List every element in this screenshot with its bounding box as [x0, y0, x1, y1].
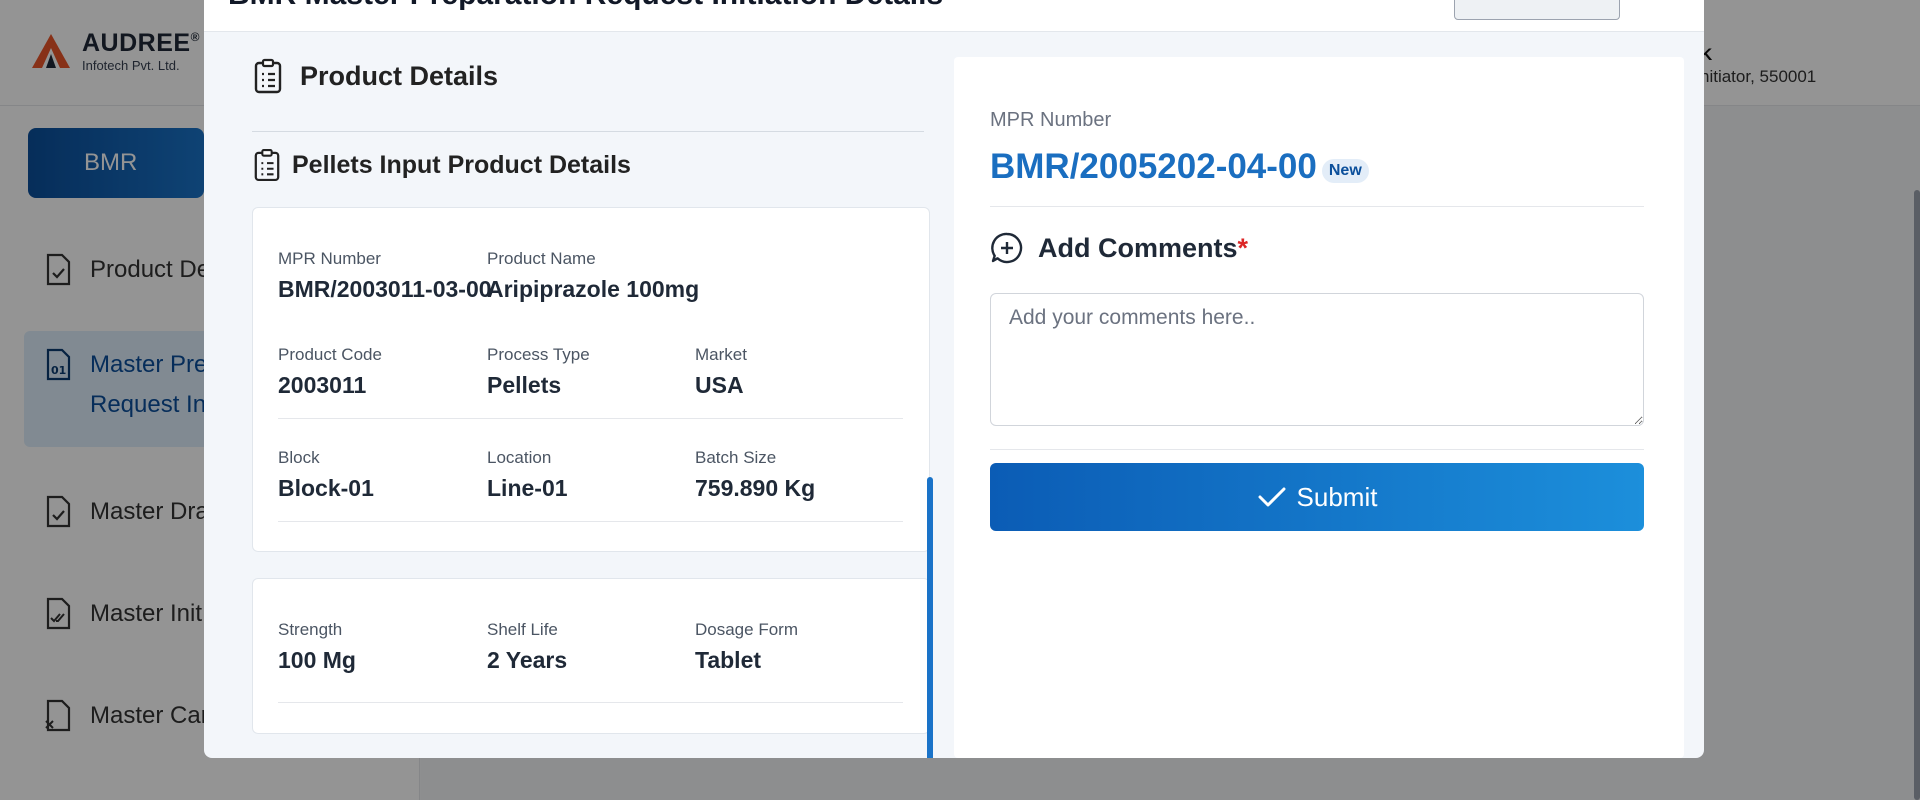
location-value: Line-01 — [487, 475, 568, 501]
mpr-number-heading: BMR/2005202-04-00 New — [990, 147, 1369, 187]
clipboard-list-icon — [252, 58, 284, 94]
batch-size-value: 759.890 Kg — [695, 475, 816, 501]
location-field: Location Line-01 — [487, 447, 568, 503]
mpr-number-value: BMR/2003011-03-00 — [278, 276, 492, 302]
details-modal: BMR Master Preparation Request Initiatio… — [204, 0, 1704, 758]
modal-title: BMR Master Preparation Request Initiatio… — [228, 0, 943, 10]
add-comments-header: Add Comments * — [990, 231, 1248, 265]
process-type-value: Pellets — [487, 372, 562, 398]
strength-field: Strength 100 Mg — [278, 619, 356, 675]
product-details-header: Product Details — [252, 58, 498, 94]
product-specs-card: Strength 100 Mg Shelf Life 2 Years Dosag… — [252, 578, 930, 734]
batch-size-field: Batch Size 759.890 Kg — [695, 447, 815, 503]
section-divider — [252, 131, 924, 132]
section-divider — [990, 206, 1644, 207]
product-name-field: Product Name Aripiprazole 100mg — [487, 248, 699, 304]
product-code-label: Product Code — [278, 345, 382, 364]
block-value: Block-01 — [278, 475, 374, 501]
block-field: Block Block-01 — [278, 447, 374, 503]
block-label: Block — [278, 448, 320, 467]
market-field: Market USA — [695, 344, 747, 400]
close-icon[interactable]: ✕ — [1644, 0, 1669, 7]
mpr-number-field: MPR Number BMR/2003011-03-00 — [278, 248, 492, 304]
process-type-label: Process Type — [487, 345, 590, 364]
check-icon — [1258, 487, 1286, 507]
shelf-life-value: 2 Years — [487, 647, 568, 673]
mpr-number-label: MPR Number — [990, 109, 1112, 131]
left-pane: Product Details Pellets Input Product De… — [204, 32, 944, 758]
row-divider — [278, 702, 903, 703]
shelf-life-field: Shelf Life 2 Years — [487, 619, 567, 675]
right-pane: MPR Number BMR/2005202-04-00 New Add Com… — [954, 57, 1684, 758]
dosage-form-value: Tablet — [695, 647, 762, 673]
location-label: Location — [487, 448, 552, 467]
comment-plus-icon — [990, 231, 1024, 265]
left-pane-scrollbar[interactable] — [927, 477, 933, 758]
product-code-field: Product Code 2003011 — [278, 344, 382, 400]
pellets-details-title: Pellets Input Product Details — [292, 150, 631, 179]
market-value: USA — [695, 372, 744, 398]
product-name-label: Product Name — [487, 249, 596, 268]
submit-label: Submit — [1296, 481, 1378, 512]
strength-value: 100 Mg — [278, 647, 356, 673]
section-divider — [990, 449, 1644, 450]
product-details-title: Product Details — [300, 60, 499, 91]
process-type-field: Process Type Pellets — [487, 344, 590, 400]
dosage-form-field: Dosage Form Tablet — [695, 619, 798, 675]
batch-size-label: Batch Size — [695, 448, 777, 467]
product-info-card: MPR Number BMR/2003011-03-00 Product Nam… — [252, 207, 930, 552]
submit-button[interactable]: Submit — [990, 463, 1644, 531]
clipboard-list-icon — [252, 148, 282, 182]
status-badge: New — [1321, 159, 1369, 183]
pellets-details-header: Pellets Input Product Details — [252, 148, 631, 182]
shelf-life-label: Shelf Life — [487, 620, 558, 639]
required-mark: * — [1237, 232, 1249, 263]
row-divider — [278, 418, 903, 419]
mpr-number-value: BMR/2005202-04-00 — [990, 147, 1317, 186]
modal-header: BMR Master Preparation Request Initiatio… — [204, 0, 1704, 32]
strength-label: Strength — [278, 620, 343, 639]
dosage-form-label: Dosage Form — [695, 620, 798, 639]
mpr-number-label: MPR Number — [278, 249, 381, 268]
add-comments-title: Add Comments — [1038, 232, 1238, 263]
header-action-button[interactable] — [1454, 0, 1620, 20]
comments-textarea[interactable] — [990, 293, 1644, 426]
product-name-value: Aripiprazole 100mg — [487, 276, 700, 302]
market-label: Market — [695, 345, 747, 364]
row-divider — [278, 521, 903, 522]
product-code-value: 2003011 — [278, 372, 367, 398]
